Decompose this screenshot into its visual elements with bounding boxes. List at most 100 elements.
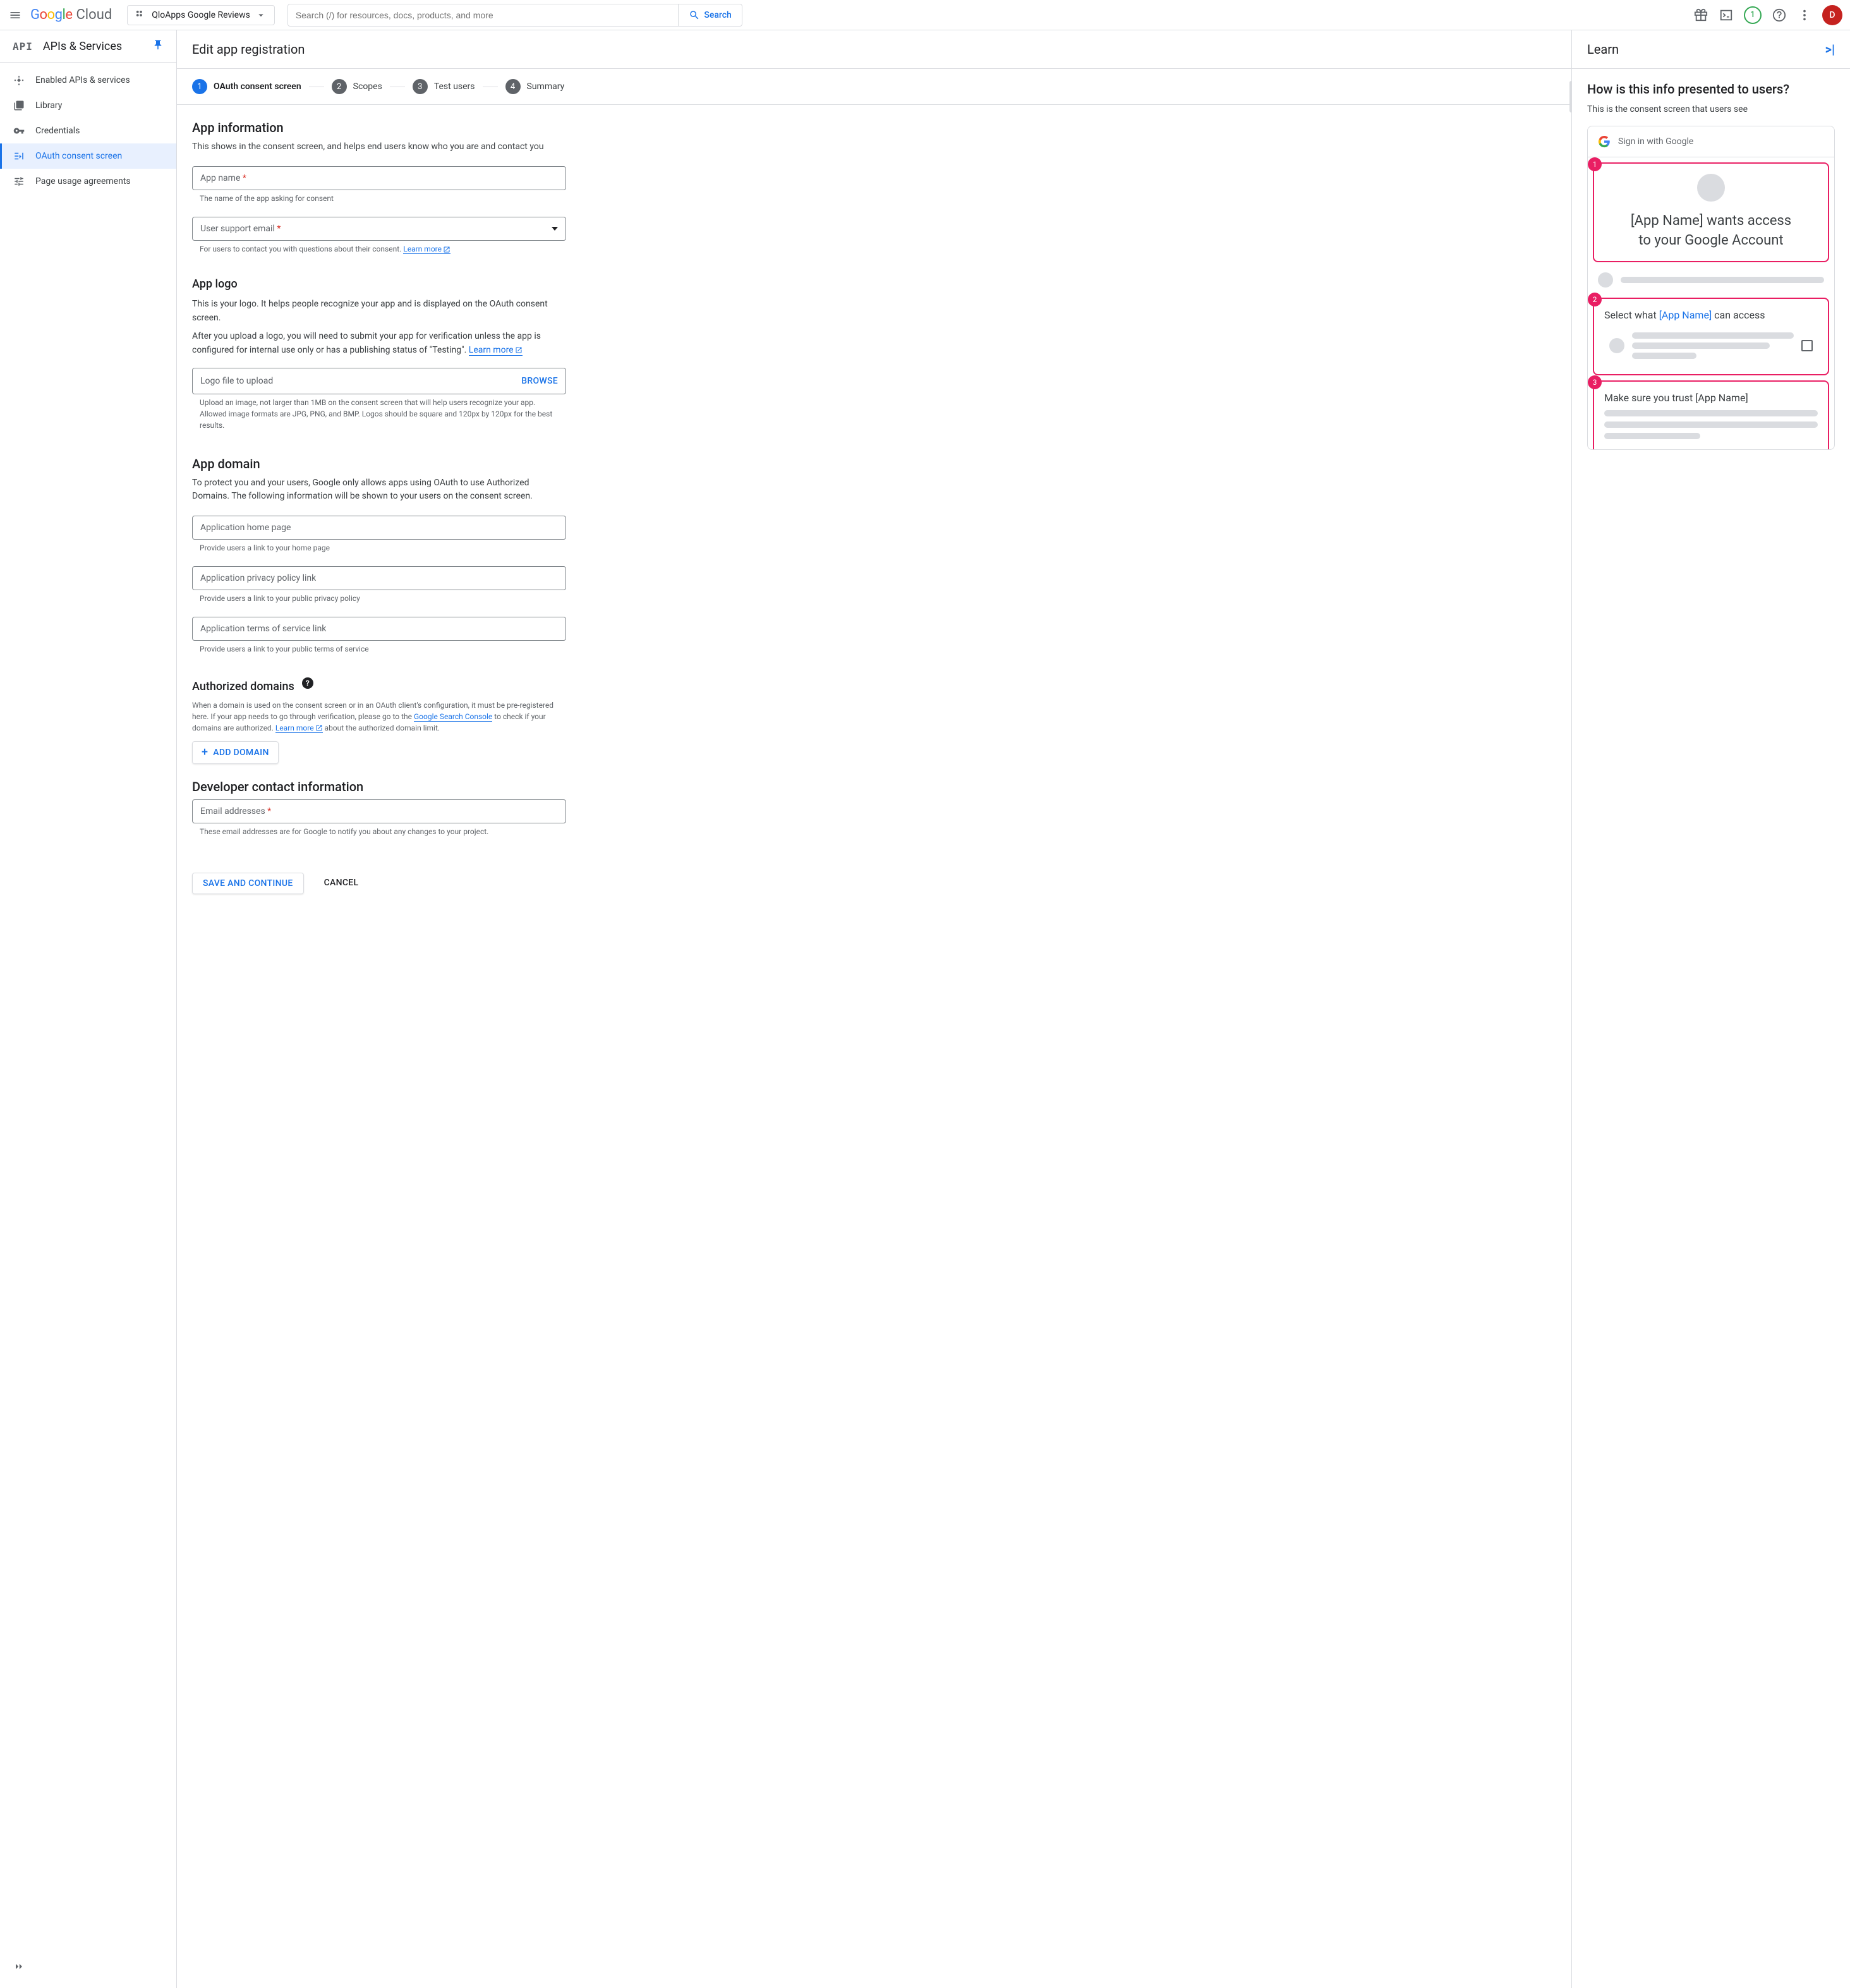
main: Edit app registration 1 OAuth consent sc…	[177, 30, 1850, 1988]
sidebar-item-credentials[interactable]: Credentials	[0, 118, 176, 143]
hamburger-menu-icon[interactable]	[8, 8, 23, 23]
preview-heading: [App Name] wants access to your Google A…	[1604, 212, 1818, 251]
dev-email-help: These email addresses are for Google to …	[192, 823, 566, 847]
oauth-consent-icon	[13, 150, 25, 162]
auth-domains-header: Authorized domains ?	[192, 667, 566, 700]
page-title: Edit app registration	[177, 30, 1571, 69]
stepper: 1 OAuth consent screen 2 Scopes 3 Test u…	[177, 69, 1571, 105]
sidebar-item-oauth-consent[interactable]: OAuth consent screen	[0, 143, 176, 169]
sidebar-item-label: OAuth consent screen	[35, 151, 122, 161]
preview-placeholder-bar	[1621, 277, 1824, 283]
external-link-icon	[515, 346, 523, 354]
tos-help: Provide users a link to your public term…	[192, 641, 566, 665]
gift-icon[interactable]	[1693, 8, 1708, 23]
tos-field: Application terms of service link Provid…	[192, 617, 566, 665]
preview-box-2: 2 Select what [App Name] can access	[1593, 298, 1829, 375]
app-info-desc: This shows in the consent screen, and he…	[192, 140, 566, 154]
step-test-users[interactable]: 3 Test users	[413, 79, 475, 94]
browse-button[interactable]: BROWSE	[521, 376, 558, 386]
collapse-sidebar-icon[interactable]	[13, 1960, 25, 1975]
step-summary[interactable]: 4 Summary	[505, 79, 565, 94]
search-button[interactable]: Search	[678, 4, 741, 26]
search-bar: Search	[287, 4, 742, 27]
step-scopes[interactable]: 2 Scopes	[332, 79, 382, 94]
plus-icon: +	[202, 747, 208, 758]
preview-placeholder-bar	[1604, 410, 1818, 416]
sidebar-item-page-usage[interactable]: Page usage agreements	[0, 169, 176, 194]
help-icon[interactable]	[1772, 8, 1787, 23]
preview-scope-icon	[1609, 338, 1624, 353]
app-domain-desc: To protect you and your users, Google on…	[192, 476, 566, 503]
app-domain-title: App domain	[192, 456, 566, 471]
notifications-badge[interactable]: 1	[1744, 6, 1762, 24]
learn-panel: Learn >| How is this info presented to u…	[1572, 30, 1850, 1988]
preview-account-row	[1593, 267, 1829, 293]
learn-more-link[interactable]: Learn more	[275, 724, 323, 733]
sidebar-item-label: Library	[35, 100, 62, 111]
search-input[interactable]	[288, 5, 679, 25]
learn-body: How is this info presented to users? Thi…	[1572, 69, 1850, 463]
preview-checkbox	[1801, 340, 1813, 351]
sidebar-item-enabled-apis[interactable]: Enabled APIs & services	[0, 68, 176, 93]
home-page-input[interactable]: Application home page	[192, 516, 566, 540]
preview-subtitle: Select what [App Name] can access	[1604, 309, 1818, 321]
google-g-icon	[1598, 135, 1611, 148]
privacy-policy-help: Provide users a link to your public priv…	[192, 590, 566, 614]
dev-email-input[interactable]: Email addresses *	[192, 799, 566, 823]
enabled-apis-icon	[13, 74, 25, 87]
project-icon	[135, 9, 147, 21]
learn-more-link[interactable]: Learn more	[403, 245, 450, 254]
dev-email-field: Email addresses * These email addresses …	[192, 799, 566, 847]
privacy-policy-input[interactable]: Application privacy policy link	[192, 566, 566, 590]
more-icon[interactable]	[1797, 8, 1812, 23]
expand-icon[interactable]: >|	[1825, 42, 1835, 57]
user-avatar[interactable]: D	[1822, 5, 1842, 25]
form-actions: SAVE AND CONTINUE CANCEL	[177, 865, 1571, 909]
preview-placeholder-group	[1604, 410, 1818, 439]
sidebar-item-library[interactable]: Library	[0, 93, 176, 118]
google-cloud-logo[interactable]: GoogleCloud	[30, 7, 112, 23]
add-domain-button[interactable]: + ADD DOMAIN	[192, 741, 279, 764]
support-email-field: User support email * For users to contac…	[192, 217, 566, 265]
project-name: QloApps Google Reviews	[152, 10, 250, 20]
app-name-input[interactable]: App name *	[192, 166, 566, 190]
support-email-help: For users to contact you with questions …	[192, 241, 566, 265]
external-link-icon	[443, 246, 450, 253]
search-console-link[interactable]: Google Search Console	[414, 712, 492, 722]
preview-signin-header: Sign in with Google	[1588, 126, 1834, 157]
preview-placeholder-bar	[1632, 353, 1696, 359]
preview-box-1: 1 [App Name] wants access to your Google…	[1593, 162, 1829, 262]
app-name-field: App name * The name of the app asking fo…	[192, 166, 566, 214]
app-logo-desc1: This is your logo. It helps people recog…	[192, 297, 566, 325]
tos-input[interactable]: Application terms of service link	[192, 617, 566, 641]
learn-header: Learn >|	[1572, 30, 1850, 69]
app-info-title: App information	[192, 120, 566, 135]
project-picker[interactable]: QloApps Google Reviews	[127, 5, 275, 25]
save-continue-button[interactable]: SAVE AND CONTINUE	[192, 873, 304, 894]
form: App information This shows in the consen…	[177, 105, 581, 865]
preview-number-3: 3	[1588, 375, 1602, 389]
learn-more-link[interactable]: Learn more	[469, 345, 523, 356]
help-tooltip-icon[interactable]: ?	[302, 677, 313, 689]
sidebar-title: APIs & Services	[43, 40, 122, 53]
credentials-icon	[13, 124, 25, 137]
top-header: GoogleCloud QloApps Google Reviews Searc…	[0, 0, 1850, 30]
pin-icon[interactable]	[152, 39, 164, 53]
chevron-down-icon	[552, 227, 558, 231]
api-badge: API	[13, 40, 33, 52]
consent-preview: Sign in with Google 1 [App Name] wants a…	[1587, 126, 1835, 450]
preview-scope-row	[1604, 327, 1818, 364]
library-icon	[13, 99, 25, 112]
step-oauth-consent[interactable]: 1 OAuth consent screen	[192, 79, 301, 94]
panel-resize-handle[interactable]	[1569, 81, 1572, 112]
preview-number-2: 2	[1588, 293, 1602, 306]
sidebar-item-label: Enabled APIs & services	[35, 75, 130, 85]
search-icon	[689, 9, 700, 21]
support-email-select[interactable]: User support email *	[192, 217, 566, 241]
cloud-shell-icon[interactable]	[1719, 8, 1734, 23]
preview-avatar-small	[1598, 272, 1613, 288]
sidebar-item-label: Credentials	[35, 126, 80, 136]
chevron-down-icon	[255, 9, 267, 21]
learn-desc: This is the consent screen that users se…	[1587, 104, 1835, 114]
cancel-button[interactable]: CANCEL	[314, 873, 369, 894]
